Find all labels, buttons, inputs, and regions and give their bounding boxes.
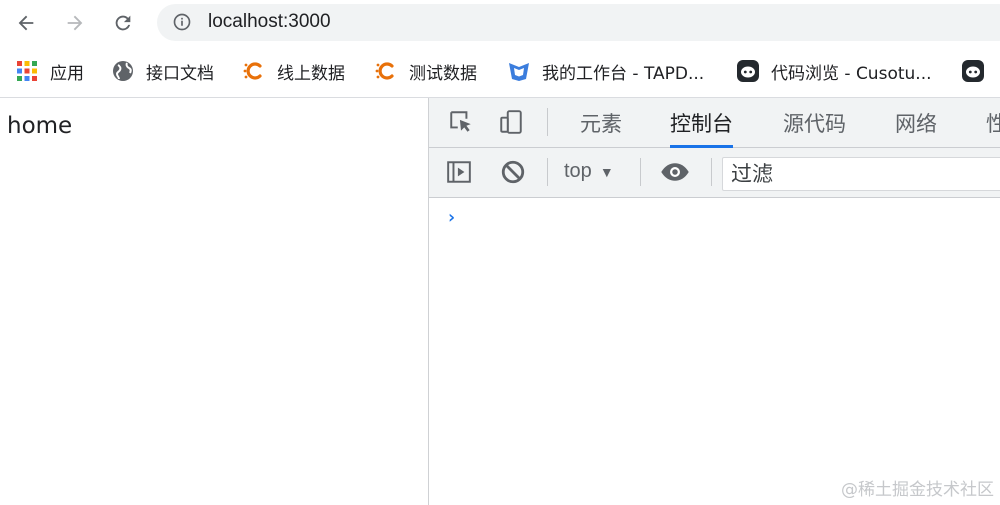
clear-console-button[interactable] (497, 156, 529, 188)
reload-icon (115, 15, 131, 31)
bookmark-api-docs[interactable]: 接口文档 (112, 58, 214, 84)
device-toolbar-button[interactable] (495, 106, 527, 138)
bookmark-label: 线上数据 (277, 63, 345, 84)
bookmark-label: 我的工作台 - TAPD... (542, 63, 705, 84)
octocat-icon (962, 60, 984, 82)
show-sidebar-button[interactable] (443, 156, 475, 188)
bookmark-online-data[interactable]: 线上数据 (243, 58, 345, 84)
toolbar-divider (547, 158, 548, 186)
watermark: @稀土掘金技术社区 (841, 480, 994, 500)
caret-down-icon: ▼ (599, 163, 614, 180)
tab-console[interactable]: 控制台 (670, 98, 733, 148)
context-label: top (564, 160, 592, 182)
bookmark-label: 接口文档 (146, 63, 214, 84)
devtools-panel: 元素 控制台 源代码 网络 性 top ▼ 过滤 › (429, 98, 1000, 505)
back-button[interactable] (10, 7, 42, 39)
page-viewport: home (0, 98, 428, 505)
inspect-cursor-icon (450, 111, 471, 132)
bookmark-tapd[interactable]: 我的工作台 - TAPD... (508, 58, 704, 84)
bookmarks-bar: 应用 接口文档 线上数据 测试数据 我的工作台 - TAPD... 代码浏览 -… (0, 46, 1000, 97)
device-mobile-icon (500, 110, 522, 134)
tapd-logo-icon (508, 60, 530, 82)
console-prompt-chevron-icon: › (446, 207, 457, 228)
toolbar-divider (711, 158, 712, 186)
bookmark-label: 测试数据 (409, 63, 477, 84)
toolbar-divider (547, 108, 548, 136)
forward-button[interactable] (59, 7, 91, 39)
c-logo-icon (243, 60, 265, 82)
forward-arrow-icon (67, 15, 83, 31)
sidebar-toggle-icon (447, 161, 471, 183)
page-content-text: home (7, 113, 73, 139)
apps-grid-icon (16, 60, 38, 82)
bookmark-overflow[interactable] (962, 58, 996, 84)
info-icon[interactable] (172, 12, 192, 32)
tab-performance[interactable]: 性 (986, 98, 1000, 148)
address-bar[interactable]: localhost:3000 (157, 4, 1000, 41)
c-logo-icon (375, 60, 397, 82)
tab-elements[interactable]: 元素 (580, 98, 622, 148)
devtools-tabbar: 元素 控制台 源代码 网络 性 (429, 98, 1000, 148)
live-expression-button[interactable] (659, 156, 691, 188)
back-arrow-icon (18, 15, 34, 31)
globe-icon (112, 60, 134, 82)
bookmark-apps[interactable]: 应用 (16, 58, 84, 84)
browser-toolbar: localhost:3000 (0, 0, 1000, 45)
console-toolbar: top ▼ (429, 148, 1000, 198)
toolbar-divider (640, 158, 641, 186)
tab-network[interactable]: 网络 (895, 98, 937, 148)
tab-sources[interactable]: 源代码 (783, 98, 846, 148)
eye-icon (661, 163, 689, 181)
inspect-element-button[interactable] (445, 106, 477, 138)
bookmark-code-browse[interactable]: 代码浏览 - Cusotu... (737, 58, 932, 84)
filter-input-box[interactable] (722, 157, 1000, 191)
filter-input[interactable] (723, 158, 1000, 190)
context-selector[interactable]: top ▼ (564, 160, 614, 183)
bookmark-label: 代码浏览 - Cusotu... (771, 63, 932, 84)
reload-button[interactable] (107, 7, 139, 39)
url-text: localhost:3000 (208, 11, 331, 32)
bookmark-label: 应用 (50, 63, 84, 84)
block-icon (501, 160, 525, 184)
octocat-icon (737, 60, 759, 82)
console-output[interactable]: › (429, 199, 1000, 505)
bookmark-test-data[interactable]: 测试数据 (375, 58, 477, 84)
